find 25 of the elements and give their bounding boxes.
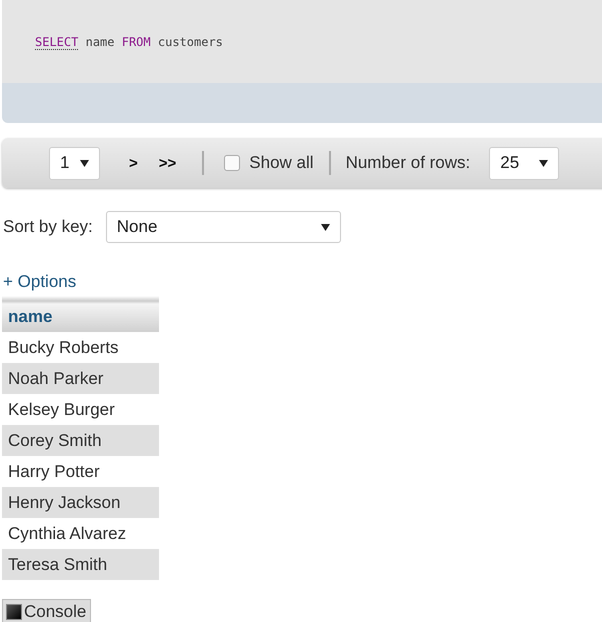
options-link[interactable]: + Options	[3, 272, 76, 292]
caret-icon	[539, 160, 548, 166]
console-tab[interactable]: Console	[2, 599, 92, 622]
console-icon	[6, 604, 22, 620]
rows-select[interactable]: 25	[489, 146, 560, 180]
sort-select[interactable]: None	[106, 211, 341, 243]
column-header[interactable]: name	[2, 296, 159, 332]
table-cell: Bucky Roberts	[2, 332, 159, 363]
page-select[interactable]: 1	[49, 146, 100, 180]
last-page-button[interactable]: >>	[158, 154, 176, 172]
table-cell: Corey Smith	[2, 425, 159, 456]
table-cell: Cynthia Alvarez	[2, 518, 159, 549]
caret-icon	[320, 224, 330, 230]
table-cell: Henry Jackson	[2, 487, 159, 518]
table-cell: Harry Potter	[2, 456, 159, 487]
sql-query: SELECT name FROM customers	[35, 34, 223, 48]
next-page-button[interactable]: >	[129, 154, 138, 172]
caret-icon	[80, 160, 89, 166]
table-cell: Teresa Smith	[2, 549, 159, 580]
table-cell: Noah Parker	[2, 363, 159, 394]
table-cell: Kelsey Burger	[2, 394, 159, 425]
sort-label: Sort by key:	[3, 217, 93, 237]
show-all-checkbox[interactable]	[224, 155, 240, 171]
show-all-label: Show all	[249, 153, 314, 173]
rows-label: Number of rows:	[346, 153, 470, 173]
